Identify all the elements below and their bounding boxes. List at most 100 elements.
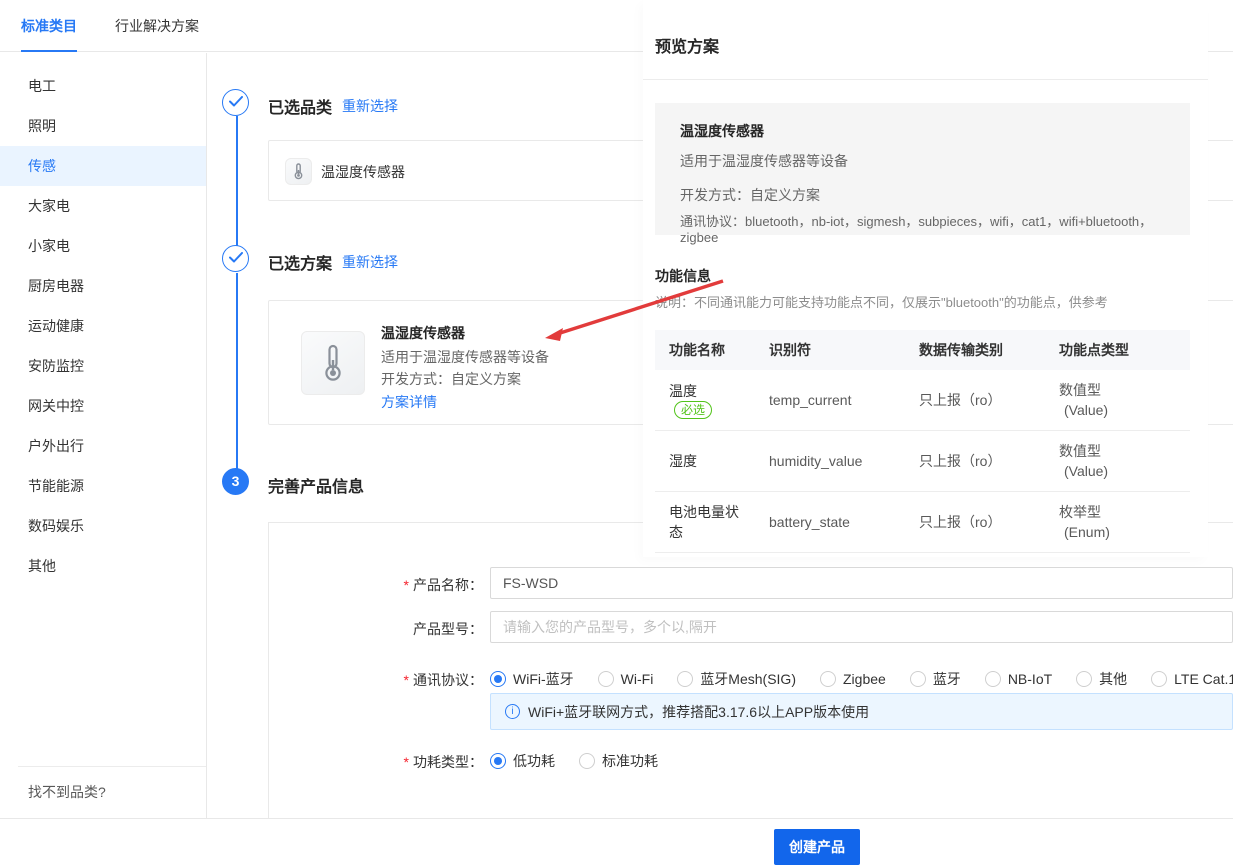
sidebar-item-kitchen[interactable]: 厨房电器 — [0, 266, 206, 306]
radio-zigbee[interactable]: Zigbee — [820, 671, 886, 687]
function-info-title: 功能信息 — [655, 266, 711, 286]
radio-icon — [910, 671, 926, 687]
sidebar-item-large-appliance[interactable]: 大家电 — [0, 186, 206, 226]
thermometer-icon — [301, 331, 365, 395]
step2-check-icon — [222, 245, 249, 272]
fn-name: 湿度 — [669, 451, 747, 471]
footer-divider — [0, 818, 1233, 819]
step3-number-badge: 3 — [222, 468, 249, 495]
radio-other[interactable]: 其他 — [1076, 669, 1127, 689]
function-table: 功能名称 识别符 数据传输类别 功能点类型 温度必选 temp_current … — [655, 330, 1190, 553]
step-connector-1 — [236, 116, 238, 246]
create-product-page: 标准类目 行业解决方案 电工 照明 传感 大家电 小家电 厨房电器 运动健康 安… — [0, 0, 1233, 865]
protocol-radio-group: WiFi-蓝牙 Wi-Fi 蓝牙Mesh(SIG) Zigbee 蓝牙 NB-I… — [490, 669, 1233, 689]
table-header-row: 功能名称 识别符 数据传输类别 功能点类型 — [655, 330, 1190, 370]
solution-name: 温湿度传感器 — [381, 323, 465, 343]
radio-lte-cat1[interactable]: LTE Cat.1 — [1151, 671, 1233, 687]
category-sidebar: 电工 照明 传感 大家电 小家电 厨房电器 运动健康 安防监控 网关中控 户外出… — [0, 53, 207, 818]
fn-name: 温度 — [669, 381, 747, 401]
protocol-info-banner: i WiFi+蓝牙联网方式，推荐搭配3.17.6以上APP版本使用 — [490, 693, 1233, 730]
product-name-input[interactable] — [490, 567, 1233, 599]
radio-wifi[interactable]: Wi-Fi — [598, 671, 654, 687]
create-product-button[interactable]: 创建产品 — [774, 829, 860, 865]
radio-bt-mesh[interactable]: 蓝牙Mesh(SIG) — [677, 669, 796, 689]
sidebar-item-electrical[interactable]: 电工 — [0, 66, 206, 106]
table-row: 温度必选 temp_current 只上报（ro） 数值型(Value) — [655, 370, 1190, 431]
radio-icon — [1076, 671, 1092, 687]
radio-bt[interactable]: 蓝牙 — [910, 669, 961, 689]
sidebar-item-lighting[interactable]: 照明 — [0, 106, 206, 146]
selected-category-name: 温湿度传感器 — [321, 162, 405, 182]
product-model-label: 产品型号： — [371, 619, 483, 639]
tab-industry-solution[interactable]: 行业解决方案 — [115, 0, 199, 52]
fn-type: 枚举型 — [1059, 502, 1186, 522]
radio-icon — [1151, 671, 1167, 687]
sidebar-item-other[interactable]: 其他 — [0, 546, 206, 586]
preview-title: 预览方案 — [655, 33, 719, 57]
fn-name: 电池电量状态 — [669, 502, 747, 542]
radio-icon — [490, 671, 506, 687]
radio-icon — [598, 671, 614, 687]
fn-type-en: (Enum) — [1059, 522, 1186, 542]
cannot-find-category-link[interactable]: 找不到品类? — [0, 772, 206, 812]
sidebar-item-energy[interactable]: 节能能源 — [0, 466, 206, 506]
sidebar-item-sport-health[interactable]: 运动健康 — [0, 306, 206, 346]
step3-title: 完善产品信息 — [268, 473, 364, 497]
sidebar-item-small-appliance[interactable]: 小家电 — [0, 226, 206, 266]
sidebar-item-sensor[interactable]: 传感 — [0, 146, 206, 186]
radio-icon — [490, 753, 506, 769]
product-name-label: *产品名称： — [371, 575, 483, 595]
required-asterisk: * — [404, 577, 409, 593]
fn-identifier: battery_state — [765, 514, 915, 530]
preview-solution-panel: 预览方案 温湿度传感器 适用于温湿度传感器等设备 开发方式：自定义方案 通讯协议… — [643, 0, 1208, 557]
fn-transfer: 只上报（ro） — [915, 451, 1055, 471]
protocol-label: *通讯协议： — [371, 670, 483, 690]
sidebar-item-gateway[interactable]: 网关中控 — [0, 386, 206, 426]
step-connector-2 — [236, 273, 238, 469]
sidebar-divider — [18, 766, 206, 767]
radio-wifi-bt[interactable]: WiFi-蓝牙 — [490, 669, 574, 689]
required-badge: 必选 — [674, 401, 712, 419]
col-header-name: 功能名称 — [655, 340, 765, 360]
solution-detail-link[interactable]: 方案详情 — [381, 392, 437, 412]
sidebar-item-digital-entertainment[interactable]: 数码娱乐 — [0, 506, 206, 546]
sidebar-item-security[interactable]: 安防监控 — [0, 346, 206, 386]
radio-icon — [985, 671, 1001, 687]
function-info-note: 说明：不同通讯能力可能支持功能点不同，仅展示"bluetooth"的功能点，供参… — [655, 292, 1108, 311]
step2-reselect-link[interactable]: 重新选择 — [342, 252, 398, 272]
power-radio-group: 低功耗 标准功耗 — [490, 751, 658, 771]
radio-icon — [579, 753, 595, 769]
tab-standard-category[interactable]: 标准类目 — [21, 0, 77, 52]
radio-icon — [820, 671, 836, 687]
step1-check-icon — [222, 89, 249, 116]
info-icon: i — [505, 704, 520, 719]
solution-desc: 适用于温湿度传感器等设备 — [381, 347, 549, 367]
step2-title: 已选方案 — [268, 250, 332, 274]
required-asterisk: * — [404, 672, 409, 688]
solution-dev-mode: 开发方式：自定义方案 — [381, 369, 521, 389]
radio-standard-power[interactable]: 标准功耗 — [579, 751, 658, 771]
thermometer-icon — [285, 158, 312, 185]
step1-reselect-link[interactable]: 重新选择 — [342, 96, 398, 116]
summary-name: 温湿度传感器 — [680, 121, 1190, 141]
product-model-input[interactable] — [490, 611, 1233, 643]
fn-type-en: (Value) — [1059, 400, 1186, 420]
fn-identifier: temp_current — [765, 392, 915, 408]
banner-text: WiFi+蓝牙联网方式，推荐搭配3.17.6以上APP版本使用 — [528, 702, 869, 722]
fn-type: 数值型 — [1059, 380, 1186, 400]
summary-protocols: 通讯协议：bluetooth，nb-iot，sigmesh，subpieces，… — [680, 211, 1190, 245]
radio-nbiot[interactable]: NB-IoT — [985, 671, 1052, 687]
col-header-type: 功能点类型 — [1055, 340, 1186, 360]
table-row: 湿度 humidity_value 只上报（ro） 数值型(Value) — [655, 431, 1190, 492]
preview-divider — [643, 79, 1208, 80]
step1-title: 已选品类 — [268, 94, 332, 118]
fn-type: 数值型 — [1059, 441, 1186, 461]
fn-transfer: 只上报（ro） — [915, 390, 1055, 410]
required-asterisk: * — [404, 754, 409, 770]
summary-desc: 适用于温湿度传感器等设备 — [680, 151, 1190, 171]
radio-low-power[interactable]: 低功耗 — [490, 751, 555, 771]
col-header-identifier: 识别符 — [765, 340, 915, 360]
fn-identifier: humidity_value — [765, 453, 915, 469]
radio-icon — [677, 671, 693, 687]
sidebar-item-outdoor[interactable]: 户外出行 — [0, 426, 206, 466]
